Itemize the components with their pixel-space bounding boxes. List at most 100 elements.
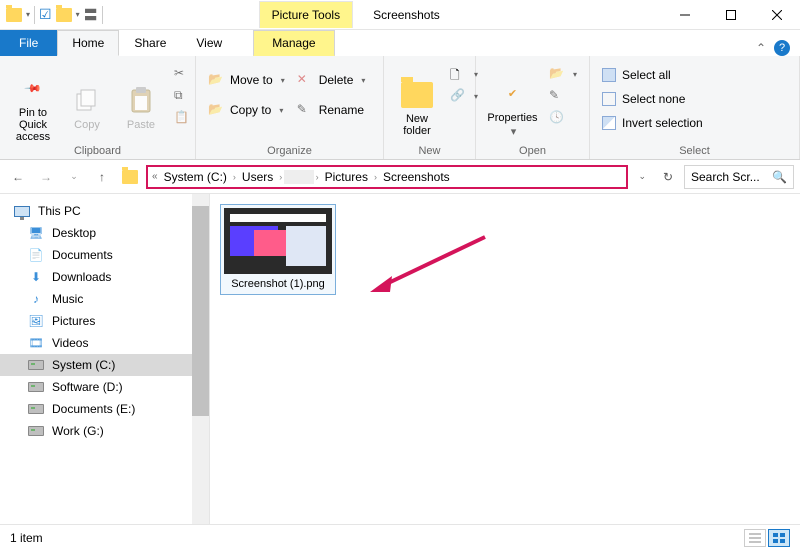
tab-manage[interactable]: Manage (253, 30, 334, 56)
refresh-button[interactable]: ↻ (656, 165, 680, 189)
tab-view[interactable]: View (181, 30, 237, 56)
sidebar-item-music[interactable]: ♪Music (0, 288, 209, 310)
copy-path-button[interactable]: ⧉ (170, 86, 194, 106)
downloads-icon: ⬇ (28, 269, 44, 285)
drive-icon (28, 426, 44, 436)
help-icon[interactable]: ? (774, 40, 790, 56)
tab-file[interactable]: File (0, 30, 57, 56)
sidebar-item-downloads[interactable]: ⬇Downloads (0, 266, 209, 288)
maximize-button[interactable] (708, 0, 754, 30)
forward-button[interactable]: → (34, 165, 58, 189)
equals-icon[interactable]: 〓 (84, 5, 98, 25)
chevron-down-icon[interactable]: ▾ (76, 10, 80, 19)
navigation-pane: This PC 🖥Desktop 📄Documents ⬇Downloads ♪… (0, 194, 210, 524)
move-to-button[interactable]: 📂Move to▾ (204, 70, 289, 90)
collapse-ribbon-icon[interactable]: ⌃ (756, 41, 766, 55)
item-count: 1 item (10, 531, 43, 545)
sidebar-item-software-d[interactable]: Software (D:) (0, 376, 209, 398)
select-all-button[interactable]: Select all (598, 66, 707, 84)
group-select: Select all Select none Invert selection … (590, 56, 800, 159)
new-folder-button[interactable]: New folder (392, 60, 442, 155)
address-bar: ← → ⌄ ↑ « System (C:)› Users› › Pictures… (0, 160, 800, 194)
sidebar-item-documents-e[interactable]: Documents (E:) (0, 398, 209, 420)
file-pane[interactable]: Screenshot (1).png (210, 194, 800, 524)
path-segment[interactable]: Pictures (321, 170, 372, 184)
sidebar-item-videos[interactable]: 🎞Videos (0, 332, 209, 354)
sidebar-item-this-pc[interactable]: This PC (0, 200, 209, 222)
select-none-button[interactable]: Select none (598, 90, 707, 108)
delete-button[interactable]: ✕Delete▾ (293, 70, 370, 90)
search-input[interactable]: Search Scr...🔍 (684, 165, 794, 189)
chevron-right-icon[interactable]: › (279, 172, 282, 182)
cut-button[interactable]: ✂ (170, 64, 194, 84)
chevron-right-icon[interactable]: › (316, 172, 319, 182)
file-name: Screenshot (1).png (224, 278, 332, 291)
chevron-right-icon[interactable]: › (374, 172, 377, 182)
path-segment[interactable] (284, 170, 313, 184)
videos-icon: 🎞 (28, 335, 44, 351)
group-new: New folder 🗋▾ 🔗▾ New (384, 56, 476, 159)
close-button[interactable] (754, 0, 800, 30)
rename-button[interactable]: ✎Rename (293, 100, 370, 120)
chevron-down-icon[interactable]: ▾ (26, 10, 30, 19)
window-title: Screenshots (373, 8, 440, 22)
chevron-down-icon: ▾ (279, 106, 283, 115)
copy-icon (71, 85, 103, 117)
folder-icon[interactable] (6, 8, 22, 22)
paste-shortcut-button[interactable]: 📋 (170, 108, 194, 128)
breadcrumb[interactable]: « System (C:)› Users› › Pictures› Screen… (146, 165, 628, 189)
sidebar-item-pictures[interactable]: 🖼Pictures (0, 310, 209, 332)
scrollbar[interactable] (192, 194, 209, 524)
chevron-down-icon: ▾ (361, 76, 365, 85)
contextual-tab-label[interactable]: Picture Tools (259, 1, 353, 28)
edit-button[interactable]: ✎ (545, 86, 581, 106)
scrollbar-thumb[interactable] (192, 206, 209, 416)
checkmark-icon: ✔ (508, 88, 517, 100)
drive-icon (28, 404, 44, 414)
properties-icon[interactable]: ☑ (39, 6, 52, 23)
copy-to-icon: 📂 (208, 102, 224, 118)
path-segment[interactable]: Users (238, 170, 277, 184)
quick-access-toolbar: ▾ ☑ ▾ 〓 (0, 5, 109, 25)
copy-button[interactable]: Copy (62, 60, 112, 155)
back-button[interactable]: ← (6, 165, 30, 189)
open-button[interactable]: 📂▾ (545, 64, 581, 84)
path-segment[interactable]: Screenshots (379, 170, 454, 184)
search-icon: 🔍 (772, 170, 787, 184)
titlebar: ▾ ☑ ▾ 〓 Picture Tools Screenshots (0, 0, 800, 30)
sidebar-item-desktop[interactable]: 🖥Desktop (0, 222, 209, 244)
open-icon: 📂 (549, 66, 565, 82)
path-segment[interactable]: System (C:) (160, 170, 231, 184)
tab-share[interactable]: Share (119, 30, 181, 56)
minimize-button[interactable] (662, 0, 708, 30)
chevron-down-icon[interactable]: ⌄ (632, 171, 652, 182)
sidebar-item-system-c[interactable]: System (C:) (0, 354, 209, 376)
thumbnails-view-button[interactable] (768, 529, 790, 547)
copy-path-icon: ⧉ (174, 88, 190, 104)
history-button[interactable]: 🕓 (545, 108, 581, 128)
file-thumbnail (224, 208, 332, 274)
edit-icon: ✎ (549, 88, 565, 104)
folder-icon[interactable] (56, 8, 72, 22)
invert-selection-button[interactable]: Invert selection (598, 114, 707, 132)
pin-to-quick-access-button[interactable]: 📌 Pin to Quick access (8, 60, 58, 155)
details-view-button[interactable] (744, 529, 766, 547)
folder-icon[interactable] (122, 170, 138, 184)
group-label: Organize (196, 145, 383, 157)
status-bar: 1 item (0, 524, 800, 550)
group-clipboard: 📌 Pin to Quick access Copy Paste ✂ ⧉ 📋 C… (0, 56, 196, 159)
up-button[interactable]: ↑ (90, 165, 114, 189)
properties-button[interactable]: ✔ Properties ▾ (484, 60, 541, 155)
computer-icon (14, 206, 30, 217)
paste-button[interactable]: Paste (116, 60, 166, 155)
chevron-right-icon[interactable]: › (233, 172, 236, 182)
file-item[interactable]: Screenshot (1).png (220, 204, 336, 295)
sidebar-item-work-g[interactable]: Work (G:) (0, 420, 209, 442)
tab-home[interactable]: Home (57, 30, 119, 56)
recent-locations-button[interactable]: ⌄ (62, 165, 86, 189)
delete-icon: ✕ (297, 72, 313, 88)
group-label: Select (590, 145, 799, 157)
copy-to-button[interactable]: 📂Copy to▾ (204, 100, 289, 120)
sidebar-item-documents[interactable]: 📄Documents (0, 244, 209, 266)
easy-access-icon: 🔗 (450, 88, 466, 104)
